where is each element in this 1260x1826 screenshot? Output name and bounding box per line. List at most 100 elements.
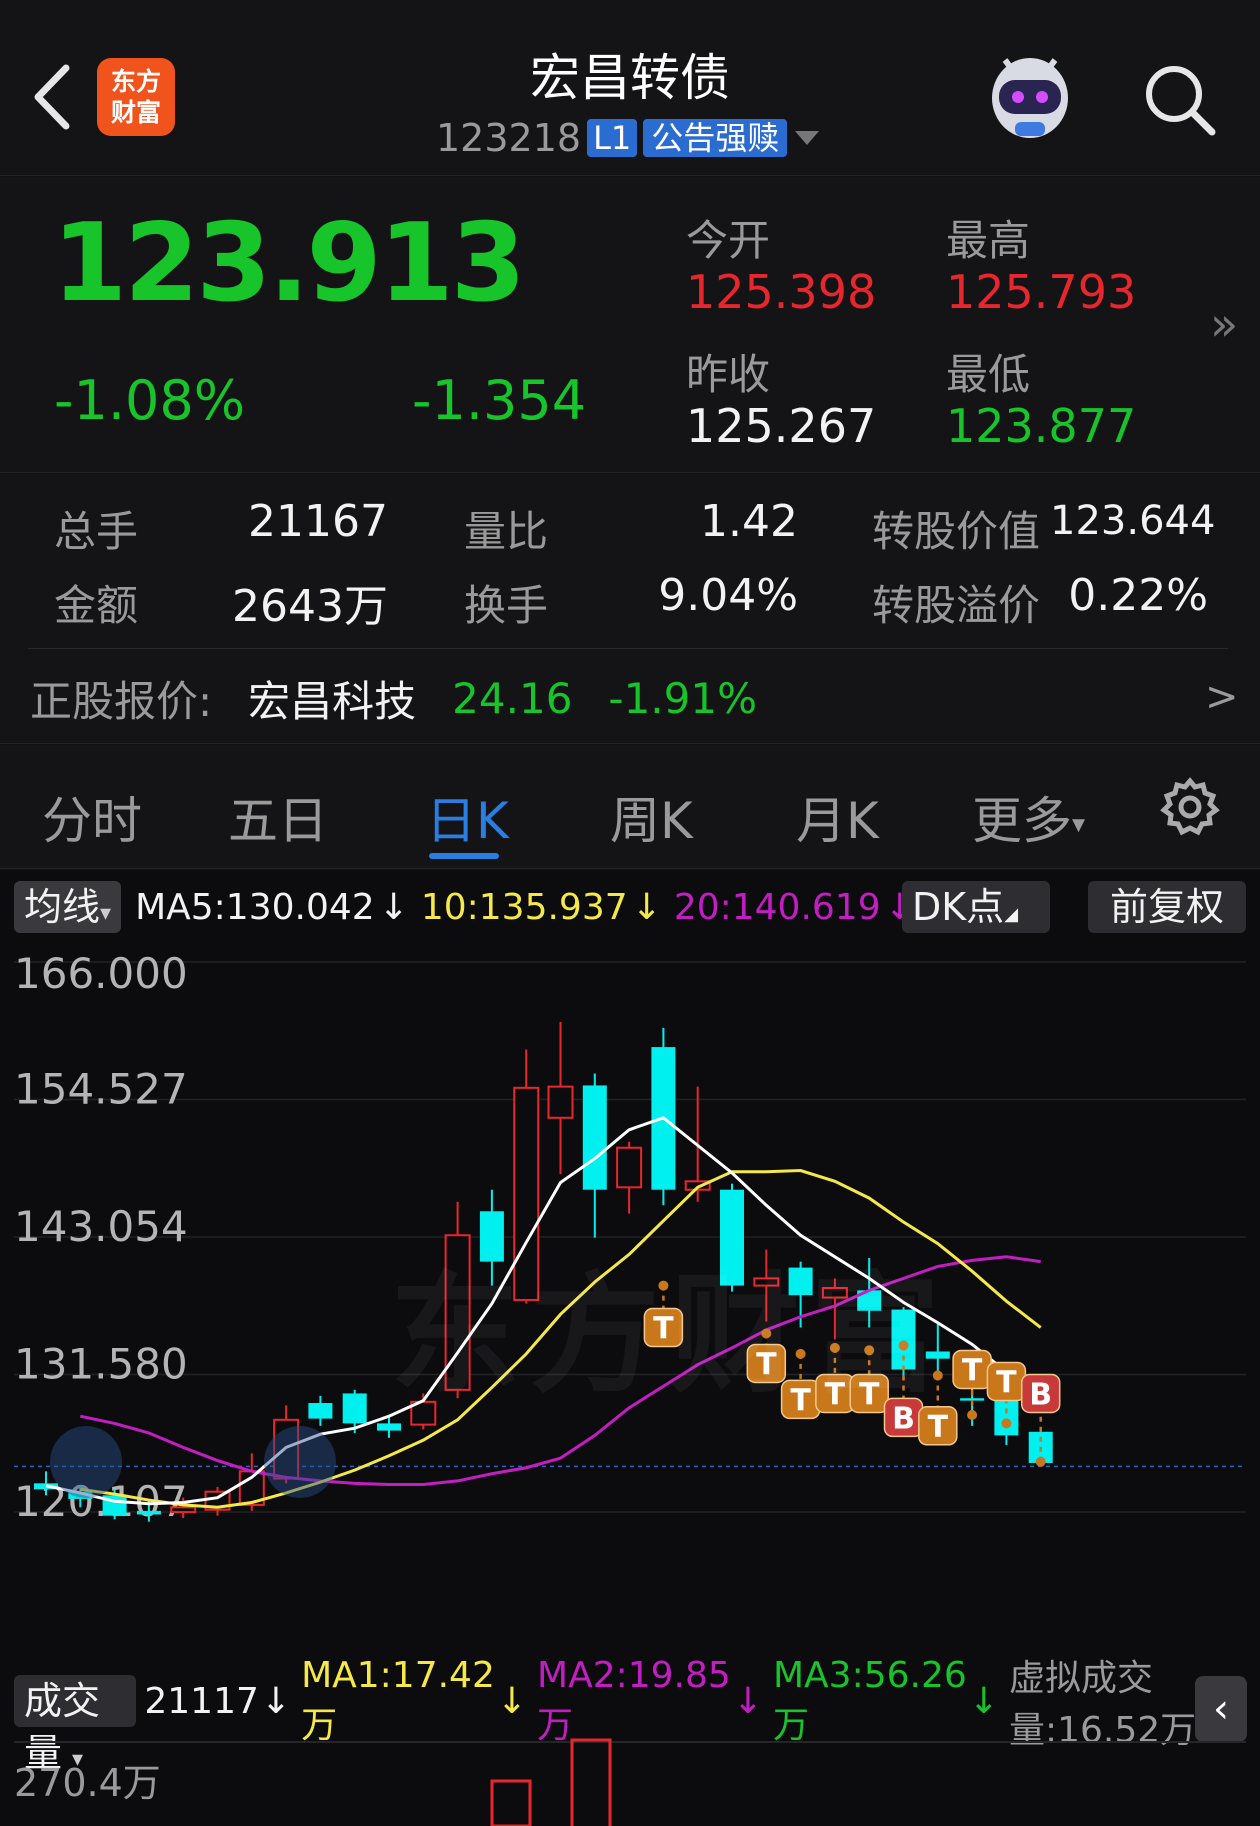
y-tick-label: 143.054 [14, 1202, 188, 1251]
caret-down-icon: ▾ [100, 901, 112, 926]
ma-select[interactable]: 均线▾ [14, 881, 122, 933]
tab-daily-k[interactable]: 日K [426, 781, 509, 853]
down-arrow-icon: ↓ [378, 886, 409, 928]
down-arrow-icon: ↓ [968, 1680, 999, 1722]
tab-more[interactable]: 更多▾ [972, 781, 1085, 853]
volume-bar [490, 1779, 532, 1826]
collapse-panel-button[interactable]: ‹ [1195, 1676, 1247, 1742]
signal-dot [1035, 1456, 1046, 1467]
security-code: 123218 [436, 116, 582, 160]
prev-close-label: 昨收 [686, 350, 771, 399]
stock-price: 24.16 [452, 673, 573, 723]
candle-body [342, 1393, 367, 1424]
signal-dot [1001, 1418, 1012, 1429]
amount-value: 2643万 [232, 581, 388, 632]
turnover-label: 换手 [464, 581, 549, 630]
y-tick-label: 166.000 [14, 949, 188, 998]
volume-value: 21167 [248, 496, 388, 547]
open-value: 125.398 [686, 265, 877, 319]
period-tabs: 分时 五日 日K 周K 月K 更多▾ [0, 745, 1260, 869]
candle-body [582, 1085, 607, 1190]
watermark: 东方财富 [390, 1259, 951, 1411]
corner-icon: ◢ [1004, 904, 1019, 925]
prev-close-value: 125.267 [686, 399, 877, 453]
divider [28, 648, 1228, 649]
turnover-value: 9.04% [658, 570, 798, 621]
header-bar: 东方 财富 宏昌转债 123218 L1 公告强赎 [0, 0, 1260, 176]
tab-intraday[interactable]: 分时 [42, 781, 142, 853]
signal-label: T [996, 1365, 1017, 1400]
signal-label: T [962, 1353, 983, 1388]
high-label: 最高 [946, 216, 1031, 265]
down-arrow-icon: ↓ [496, 1680, 528, 1722]
dk-point-label: DK点 [912, 885, 1005, 929]
tab-monthly-k[interactable]: 月K [796, 781, 879, 853]
search-icon[interactable] [1140, 60, 1220, 140]
volume-indicator-row: 成交量 ▾ 21117 ↓ MA1:17.42万 ↓ MA2:19.85万 ↓ MA3:… [0, 1655, 1260, 1775]
volume-select[interactable]: 成交量 ▾ [14, 1675, 137, 1775]
volume-axis-label: 270.4万 [14, 1761, 161, 1805]
stock-arrow-icon[interactable]: > [1205, 674, 1239, 720]
quote-panel: 123.913 -1.08% -1.354 今开 125.398 最高 125.… [0, 177, 1260, 473]
vol-ma2-readout: MA2:19.85万 [537, 1654, 731, 1746]
candle-body [547, 1085, 574, 1119]
volume-bar [570, 1738, 612, 1826]
tab-weekly-k[interactable]: 周K [610, 781, 693, 853]
candle-body [170, 1506, 197, 1514]
candle-body [308, 1403, 333, 1419]
volume-label: 总手 [54, 507, 139, 556]
assistant-robot-icon[interactable] [985, 50, 1075, 142]
high-value: 125.793 [946, 265, 1137, 319]
low-label: 最低 [946, 350, 1031, 399]
down-arrow-icon: ↓ [732, 1680, 763, 1722]
tab-more-label: 更多 [972, 792, 1072, 850]
signal-dot [967, 1410, 978, 1421]
conv-value-label: 转股价值 [872, 507, 1041, 556]
change-amount: -1.354 [412, 369, 587, 432]
active-tab-indicator [429, 853, 499, 859]
vol-ratio-label: 量比 [464, 507, 549, 556]
premium-value: 0.22% [1068, 570, 1208, 621]
ma20-readout: 20:140.619 [673, 886, 881, 928]
level-tag: L1 [587, 119, 638, 157]
change-percent: -1.08% [54, 369, 246, 432]
status-tag: 公告强赎 [643, 119, 788, 157]
conv-value-value: 123.644 [1050, 498, 1216, 544]
gear-icon[interactable] [1160, 777, 1220, 837]
kline-chart-area: 均线▾ MA5:130.042 ↓ 10:135.937 ↓ 20:140.619 ↓… [0, 870, 1260, 1826]
scroll-handle-icon [50, 1426, 122, 1498]
volume-chart[interactable]: 270.4万 [0, 1736, 1260, 1826]
caret-down-icon: ▾ [1072, 809, 1086, 840]
vol-ratio-value: 1.42 [700, 496, 798, 547]
open-label: 今开 [686, 216, 771, 265]
y-tick-label: 131.580 [14, 1340, 188, 1389]
tab-five-day[interactable]: 五日 [228, 781, 328, 853]
scroll-handle-icon [264, 1426, 336, 1498]
current-price: 123.913 [52, 201, 526, 326]
expand-quote-icon[interactable]: » [1210, 297, 1238, 351]
chevron-down-icon[interactable] [787, 123, 827, 153]
stock-name: 宏昌科技 [248, 676, 417, 726]
dk-point-button[interactable]: DK点◢ [902, 881, 1050, 933]
ma10-readout: 10:135.937 [420, 886, 628, 928]
security-subtitle[interactable]: 123218 L1 公告强赎 [436, 116, 827, 160]
premium-label: 转股溢价 [872, 581, 1041, 630]
ma-select-label: 均线 [24, 885, 101, 929]
vol-ma3-readout: MA3:56.26万 [772, 1654, 967, 1746]
y-tick-label: 154.527 [14, 1064, 188, 1113]
ma-indicator-row: 均线▾ MA5:130.042 ↓ 10:135.937 ↓ 20:140.619 ↓… [0, 881, 1260, 933]
down-arrow-icon: ↓ [631, 886, 662, 928]
vol-ma1-readout: MA1:17.42万 [301, 1654, 495, 1746]
stock-label: 正股报价: [30, 676, 213, 726]
stock-change: -1.91% [608, 673, 758, 723]
adjust-button[interactable]: 前复权 [1088, 881, 1246, 933]
candle-body [377, 1423, 401, 1431]
stats-panel: 总手 21167 量比 1.42 转股价值 123.644 金额 2643万 换… [0, 474, 1260, 744]
ma5-readout: MA5:130.042 [135, 886, 375, 928]
low-value: 123.877 [946, 399, 1137, 453]
volume-readout: 21117 [144, 1680, 259, 1722]
amount-label: 金额 [54, 581, 139, 630]
underlying-stock-row[interactable]: 正股报价: 宏昌科技 24.16 -1.91% [30, 670, 757, 726]
candle-body [616, 1146, 643, 1189]
down-arrow-icon: ↓ [260, 1680, 292, 1722]
